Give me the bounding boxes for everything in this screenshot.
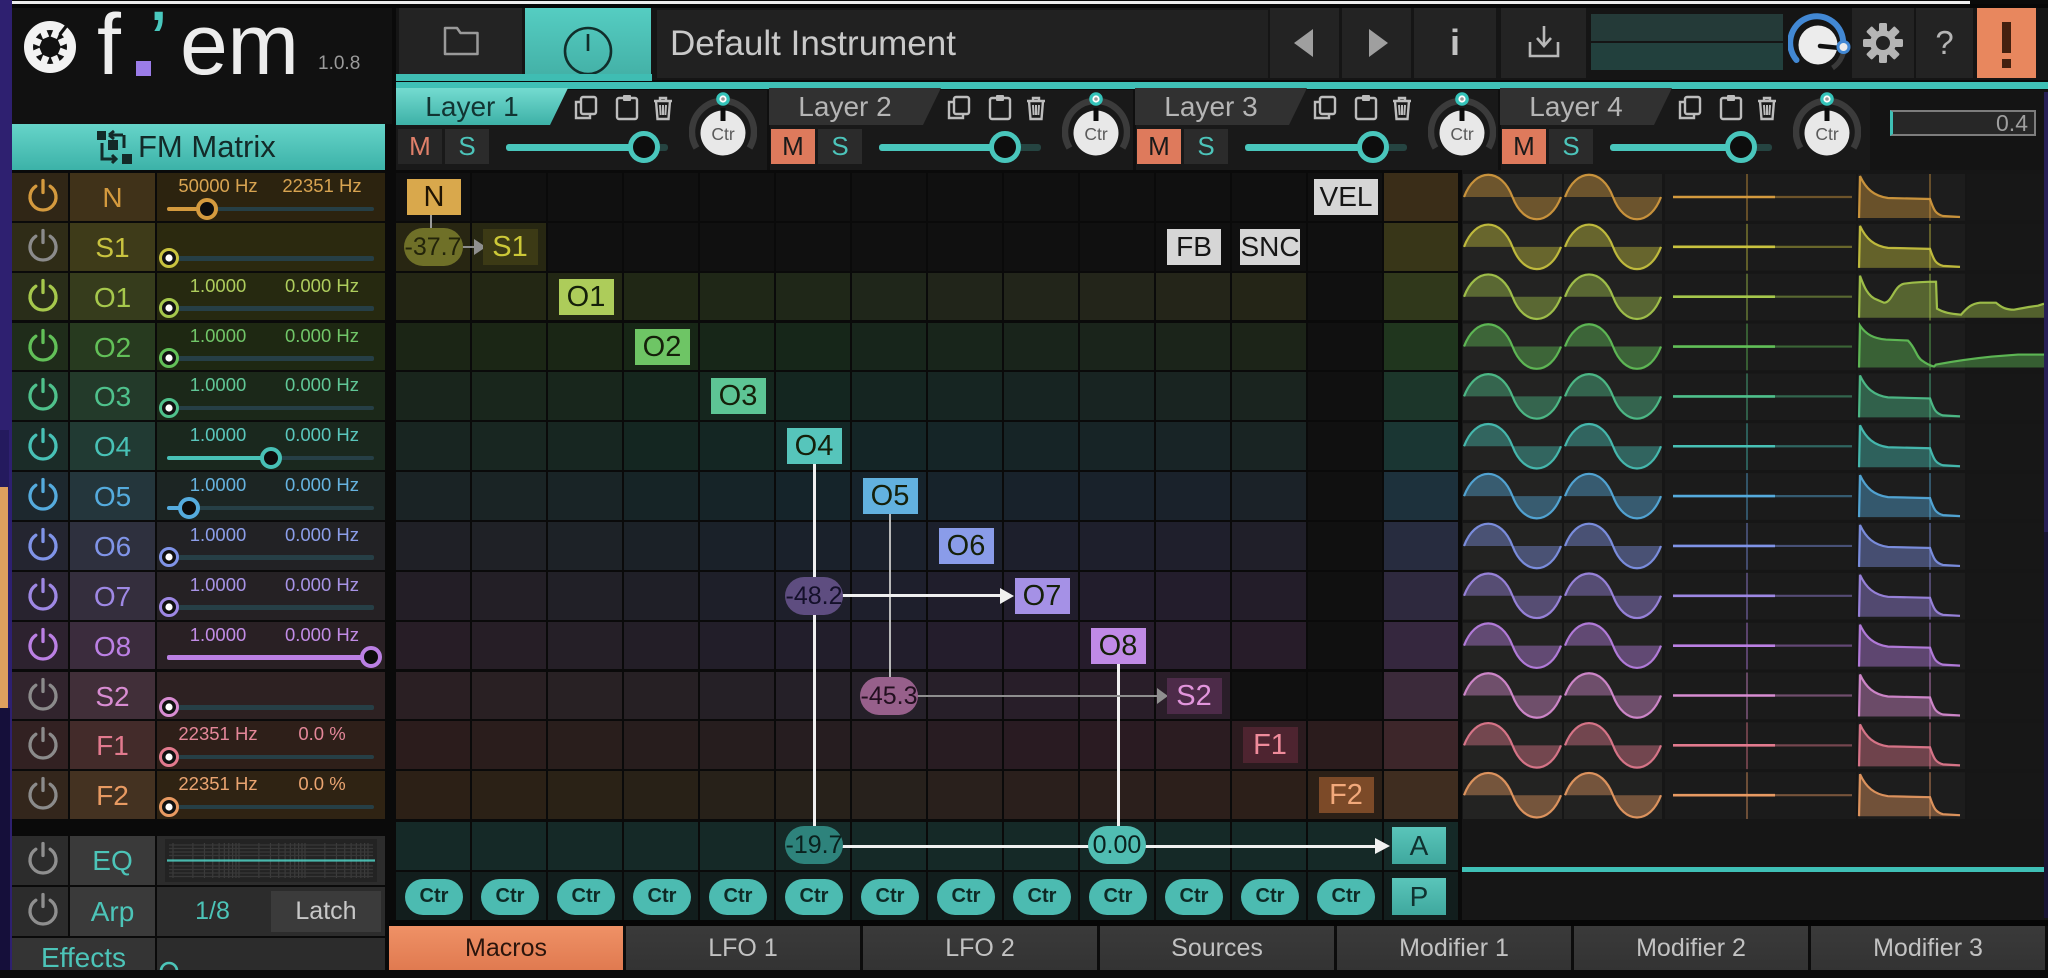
svg-text:Ctr: Ctr bbox=[1084, 124, 1108, 144]
svg-text:Ctr: Ctr bbox=[711, 124, 735, 144]
